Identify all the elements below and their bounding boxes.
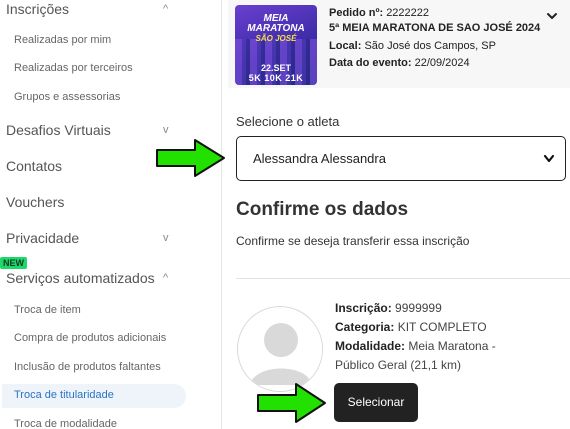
athlete-select-label: Selecione o atleta <box>236 114 340 129</box>
sidebar-section-label: Inscrições <box>6 1 70 17</box>
inscription-modality-value: Meia Maratona - <box>408 339 496 353</box>
chevron-down-icon[interactable] <box>546 10 558 22</box>
sidebar-section-desafios[interactable]: Desafios Virtuais <box>6 122 111 138</box>
event-date-value: 22/09/2024 <box>414 57 470 69</box>
event-title: 5ª MEIA MARATONA DE SAO JOSÉ 2024 <box>329 22 541 34</box>
sidebar-item-inclusao-produtos-faltantes[interactable]: Inclusão de produtos faltantes <box>14 361 161 373</box>
sidebar-item-realizadas-por-mim[interactable]: Realizadas por mim <box>14 34 111 46</box>
thumbnail-title: MEIA MARATONA SÃO JOSÉ <box>235 14 317 44</box>
sidebar-section-servicos[interactable]: Serviços automatizados <box>6 270 155 286</box>
event-date: Data do evento: 22/09/2024 <box>329 57 470 69</box>
sidebar-section-label: Serviços automatizados <box>6 270 155 286</box>
avatar <box>237 306 323 392</box>
divider <box>236 278 570 279</box>
order-number-label: Pedido nº: <box>329 7 384 19</box>
sidebar-item-compra-produtos-adicionais[interactable]: Compra de produtos adicionais <box>14 332 166 344</box>
sidebar: Inscrições ^ Realizadas por mim Realizad… <box>0 0 222 429</box>
inscription-modality: Modalidade: Meia Maratona - <box>335 339 496 353</box>
arrow-right-icon <box>156 139 225 177</box>
chevron-up-icon[interactable]: ^ <box>163 272 168 284</box>
sidebar-item-troca-de-item[interactable]: Troca de item <box>14 304 81 316</box>
confirm-description: Confirme se deseja transferir essa inscr… <box>236 234 470 248</box>
inscription-number-value: 9999999 <box>395 301 442 315</box>
sidebar-section-label: Privacidade <box>6 230 80 246</box>
event-location-label: Local: <box>329 40 362 52</box>
select-button[interactable]: Selecionar <box>334 383 418 422</box>
event-thumbnail: MEIA MARATONA SÃO JOSÉ 22.SET 5K 10K 21K <box>235 5 317 85</box>
thumbnail-distances: 5K 10K 21K <box>248 73 304 83</box>
sidebar-section-inscricoes[interactable]: Inscrições <box>6 1 69 17</box>
inscription-category-label: Categoria: <box>335 320 395 334</box>
avatar-placeholder-icon <box>239 308 322 391</box>
chevron-down-icon[interactable]: v <box>163 232 169 244</box>
sidebar-section-label: Desafios Virtuais <box>6 122 111 138</box>
sidebar-section-contatos[interactable]: Contatos <box>6 158 62 174</box>
sidebar-section-vouchers[interactable]: Vouchers <box>6 194 64 210</box>
chevron-down-icon <box>543 154 555 163</box>
sidebar-item-realizadas-por-terceiros[interactable]: Realizadas por terceiros <box>14 62 133 74</box>
athlete-select-value: Alessandra Alessandra <box>253 151 386 166</box>
confirm-title: Confirme os dados <box>236 199 409 220</box>
sidebar-item-troca-de-modalidade[interactable]: Troca de modalidade <box>14 418 117 429</box>
inscription-number: Inscrição: 9999999 <box>335 301 442 315</box>
main-content: MEIA MARATONA SÃO JOSÉ 22.SET 5K 10K 21K… <box>222 0 570 429</box>
thumbnail-date: 22.SET <box>260 63 291 73</box>
inscription-modality-label: Modalidade: <box>335 339 406 353</box>
event-location-value: São José dos Campos, SP <box>364 40 496 52</box>
athlete-select[interactable]: Alessandra Alessandra <box>236 136 566 181</box>
order-number: Pedido nº: 2222222 <box>329 7 429 19</box>
inscription-category-value: KIT COMPLETO <box>397 320 487 334</box>
chevron-up-icon[interactable]: ^ <box>163 3 168 15</box>
event-location: Local: São José dos Campos, SP <box>329 40 496 52</box>
sidebar-item-grupos-assessorias[interactable]: Grupos e assessorias <box>14 91 120 103</box>
inscription-modality-continued: Público Geral (21,1 km) <box>335 358 462 372</box>
thumbnail-title-line: SÃO JOSÉ <box>255 34 297 43</box>
arrow-right-icon <box>257 383 326 423</box>
chevron-down-icon[interactable]: v <box>163 124 169 136</box>
sidebar-section-privacidade[interactable]: Privacidade <box>6 230 79 246</box>
inscription-category: Categoria: KIT COMPLETO <box>335 320 487 334</box>
new-badge: NEW <box>0 257 27 269</box>
inscription-number-label: Inscrição: <box>335 301 392 315</box>
thumbnail-title-line: MARATONA <box>247 23 305 34</box>
sidebar-item-troca-de-titularidade[interactable]: Troca de titularidade <box>2 384 186 408</box>
event-date-label: Data do evento: <box>329 57 412 69</box>
event-card[interactable]: MEIA MARATONA SÃO JOSÉ 22.SET 5K 10K 21K… <box>228 0 570 88</box>
order-number-value: 2222222 <box>386 7 430 19</box>
